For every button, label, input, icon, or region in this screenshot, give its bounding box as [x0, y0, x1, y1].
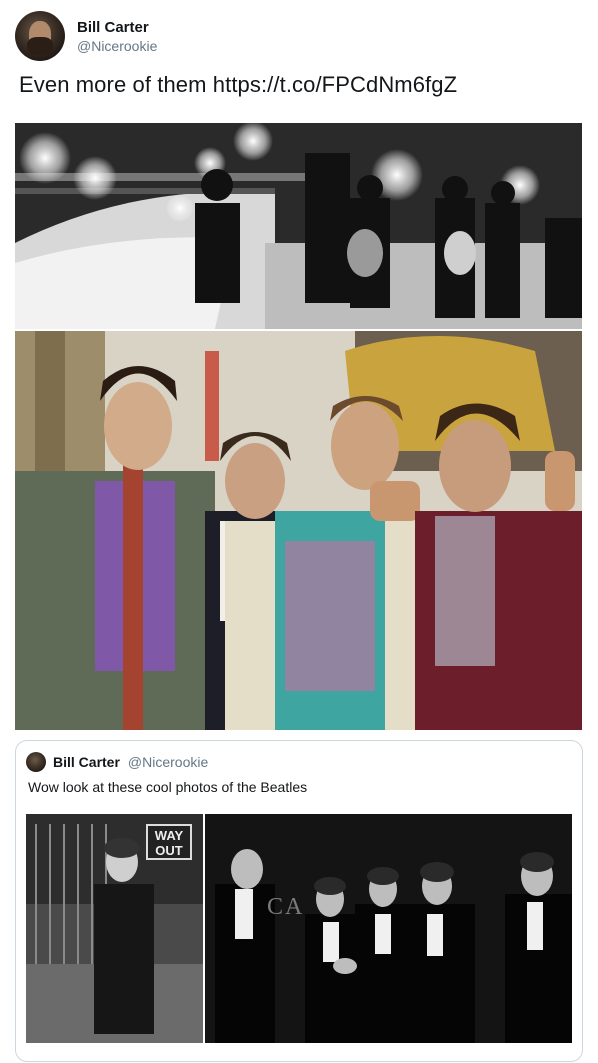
tuxedo-photo-illustration [205, 814, 572, 1043]
user-handle[interactable]: @Nicerookie [77, 37, 157, 55]
quoted-user-handle: @Nicerookie [127, 754, 209, 770]
user-names: Bill Carter @Nicerookie [77, 18, 157, 55]
backdrop-letters: CA [267, 894, 305, 920]
tweet-photo-group[interactable] [15, 331, 582, 730]
quoted-user-avatar [26, 752, 46, 772]
tweet-text: Even more of them https://t.co/FPCdNm6fg… [19, 72, 458, 97]
tweet-photo-concert[interactable] [15, 123, 582, 329]
avatar-beard [27, 37, 53, 55]
quoted-photo-way-out[interactable]: WAY OUT [26, 814, 203, 1043]
quoted-tweet-text: Wow look at these cool photos of the Bea… [28, 779, 308, 795]
quoted-photo-tuxedos[interactable]: CA [205, 814, 572, 1043]
tweet-header: Bill Carter @Nicerookie [15, 10, 157, 62]
display-name[interactable]: Bill Carter [77, 18, 157, 37]
concert-photo-illustration [15, 123, 582, 329]
group-photo-illustration [15, 331, 582, 730]
user-avatar[interactable] [15, 11, 65, 61]
quoted-display-name: Bill Carter [53, 754, 120, 770]
way-out-sign: WAY OUT [146, 824, 192, 860]
quoted-tweet-header: Bill Carter @Nicerookie [26, 752, 208, 772]
quoted-tweet-card[interactable]: Bill Carter @Nicerookie Wow look at thes… [15, 740, 583, 1062]
